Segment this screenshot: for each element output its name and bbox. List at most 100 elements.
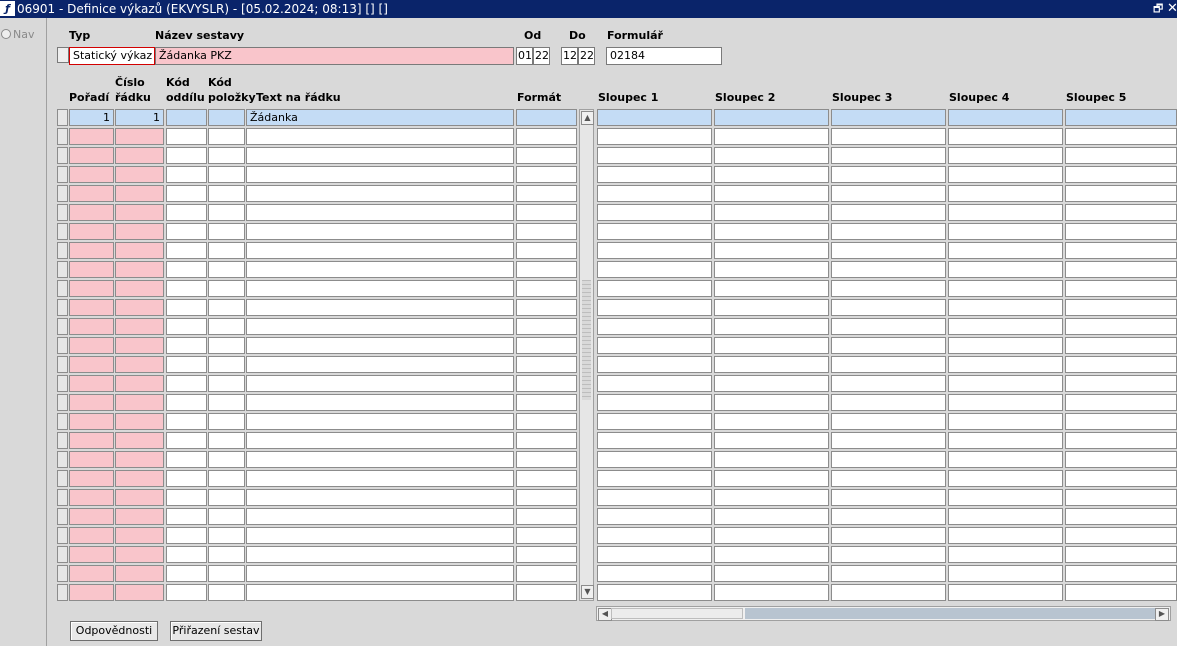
grid-cell-s2[interactable] [714, 261, 829, 278]
grid-cell-polozka[interactable] [208, 451, 245, 468]
grid-cell-s1[interactable] [597, 432, 712, 449]
grid-cell-s4[interactable] [948, 204, 1063, 221]
grid-cell-s2[interactable] [714, 147, 829, 164]
grid-cell-oddil[interactable] [166, 356, 207, 373]
grid-cell-s1[interactable] [597, 546, 712, 563]
grid-cell-s2[interactable] [714, 280, 829, 297]
nazev-sestavy-field[interactable]: Žádanka PKZ [155, 47, 514, 65]
grid-cell-s3[interactable] [831, 242, 946, 259]
grid-cell-text[interactable] [246, 318, 514, 335]
grid-cell-poradi[interactable] [69, 242, 114, 259]
grid-cell-text[interactable] [246, 280, 514, 297]
grid-cell-poradi[interactable] [69, 451, 114, 468]
grid-cell-cislo[interactable] [115, 261, 164, 278]
grid-cell-polozka[interactable] [208, 470, 245, 487]
grid-cell-polozka[interactable] [208, 280, 245, 297]
grid-cell-s1[interactable] [597, 413, 712, 430]
grid-cell-s2[interactable] [714, 413, 829, 430]
row-selector[interactable] [57, 470, 68, 487]
grid-cell-polozka[interactable] [208, 318, 245, 335]
grid-cell-poradi[interactable] [69, 166, 114, 183]
grid-cell-poradi[interactable] [69, 394, 114, 411]
grid-cell-s5[interactable] [1065, 394, 1177, 411]
grid-cell-s4[interactable] [948, 318, 1063, 335]
grid-cell-cislo[interactable] [115, 451, 164, 468]
grid-cell-s3[interactable] [831, 280, 946, 297]
row-selector[interactable] [57, 356, 68, 373]
grid-cell-format[interactable] [516, 147, 577, 164]
grid-cell-oddil[interactable] [166, 166, 207, 183]
grid-cell-s4[interactable] [948, 337, 1063, 354]
row-selector[interactable] [57, 147, 68, 164]
od-month-field[interactable]: 01 [516, 47, 533, 65]
grid-cell-polozka[interactable] [208, 375, 245, 392]
grid-cell-s1[interactable] [597, 261, 712, 278]
grid-cell-poradi[interactable] [69, 147, 114, 164]
row-selector[interactable] [57, 584, 68, 601]
grid-cell-text[interactable] [246, 508, 514, 525]
grid-cell-format[interactable] [516, 109, 577, 126]
grid-cell-oddil[interactable] [166, 432, 207, 449]
grid-cell-s3[interactable] [831, 508, 946, 525]
row-selector[interactable] [57, 565, 68, 582]
row-selector[interactable] [57, 318, 68, 335]
grid-cell-polozka[interactable] [208, 508, 245, 525]
grid-cell-s1[interactable] [597, 223, 712, 240]
grid-cell-s3[interactable] [831, 394, 946, 411]
grid-cell-cislo[interactable] [115, 223, 164, 240]
grid-cell-s1[interactable] [597, 356, 712, 373]
grid-cell-cislo[interactable] [115, 413, 164, 430]
grid-cell-s2[interactable] [714, 166, 829, 183]
grid-cell-s4[interactable] [948, 489, 1063, 506]
row-selector[interactable] [57, 451, 68, 468]
grid-cell-s5[interactable] [1065, 375, 1177, 392]
grid-cell-poradi[interactable] [69, 584, 114, 601]
grid-cell-cislo[interactable] [115, 394, 164, 411]
grid-cell-polozka[interactable] [208, 527, 245, 544]
row-selector[interactable] [57, 432, 68, 449]
grid-cell-poradi[interactable] [69, 261, 114, 278]
grid-cell-s1[interactable] [597, 489, 712, 506]
grid-cell-text[interactable] [246, 185, 514, 202]
grid-cell-format[interactable] [516, 356, 577, 373]
grid-cell-s1[interactable] [597, 204, 712, 221]
grid-cell-cislo[interactable] [115, 147, 164, 164]
grid-cell-poradi[interactable] [69, 204, 114, 221]
grid-cell-s5[interactable] [1065, 223, 1177, 240]
grid-cell-text[interactable] [246, 394, 514, 411]
scroll-left-icon[interactable]: ◀ [598, 608, 612, 621]
row-selector[interactable] [57, 242, 68, 259]
grid-cell-s3[interactable] [831, 128, 946, 145]
grid-cell-poradi[interactable] [69, 318, 114, 335]
grid-cell-format[interactable] [516, 318, 577, 335]
grid-cell-s4[interactable] [948, 451, 1063, 468]
grid-cell-s4[interactable] [948, 356, 1063, 373]
grid-cell-s1[interactable] [597, 337, 712, 354]
grid-cell-cislo[interactable] [115, 318, 164, 335]
grid-cell-s1[interactable] [597, 565, 712, 582]
grid-cell-s5[interactable] [1065, 565, 1177, 582]
grid-cell-polozka[interactable] [208, 147, 245, 164]
grid-cell-s4[interactable] [948, 128, 1063, 145]
grid-cell-s1[interactable] [597, 375, 712, 392]
grid-cell-s4[interactable] [948, 527, 1063, 544]
grid-cell-format[interactable] [516, 166, 577, 183]
grid-cell-s1[interactable] [597, 109, 712, 126]
grid-cell-polozka[interactable] [208, 356, 245, 373]
grid-cell-s4[interactable] [948, 394, 1063, 411]
grid-cell-text[interactable] [246, 204, 514, 221]
grid-cell-poradi[interactable] [69, 470, 114, 487]
grid-cell-oddil[interactable] [166, 394, 207, 411]
grid-cell-cislo[interactable] [115, 128, 164, 145]
grid-cell-poradi[interactable] [69, 413, 114, 430]
grid-cell-s4[interactable] [948, 470, 1063, 487]
grid-cell-text[interactable] [246, 432, 514, 449]
grid-cell-text[interactable] [246, 527, 514, 544]
grid-cell-oddil[interactable] [166, 375, 207, 392]
grid-cell-text[interactable] [246, 375, 514, 392]
grid-cell-cislo[interactable] [115, 337, 164, 354]
grid-cell-text[interactable] [246, 546, 514, 563]
grid-cell-format[interactable] [516, 489, 577, 506]
grid-cell-s3[interactable] [831, 147, 946, 164]
grid-cell-oddil[interactable] [166, 147, 207, 164]
